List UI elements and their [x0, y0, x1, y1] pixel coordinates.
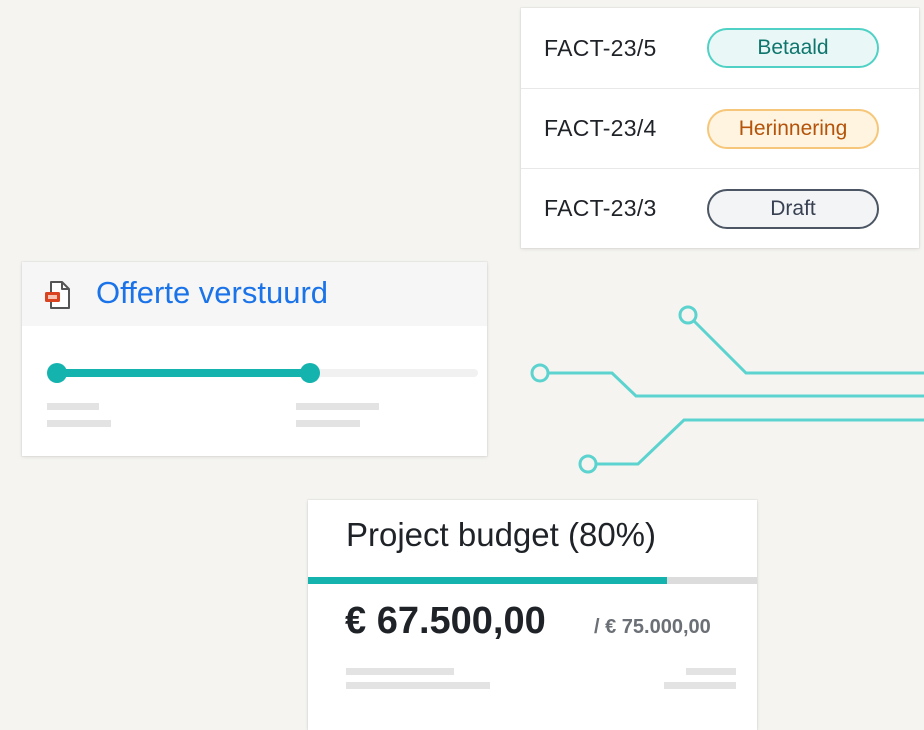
placeholder-line [686, 668, 736, 675]
invoice-list-card: FACT-23/5 Betaald FACT-23/4 Herinnering … [521, 8, 919, 248]
document-icon [45, 281, 70, 309]
quote-card-header: Offerte verstuurd [22, 262, 487, 326]
progress-current-dot [300, 363, 320, 383]
placeholder-line [346, 668, 454, 675]
progress-start-dot [47, 363, 67, 383]
placeholder-line [346, 682, 490, 689]
budget-spent-amount: € 67.500,00 [345, 600, 546, 642]
placeholder-line [296, 420, 360, 427]
invoice-row[interactable]: FACT-23/4 Herinnering [521, 88, 919, 168]
invoice-number: FACT-23/3 [544, 195, 657, 221]
placeholder-line [47, 403, 99, 410]
quote-status-title[interactable]: Offerte verstuurd [96, 275, 328, 311]
project-budget-card: Project budget (80%) € 67.500,00 / € 75.… [308, 500, 757, 730]
quote-status-card: Offerte verstuurd [22, 262, 487, 456]
status-badge: Betaald [707, 28, 879, 68]
budget-progress-fill [308, 577, 667, 584]
invoice-row[interactable]: FACT-23/3 Draft [521, 168, 919, 248]
circuit-lines-decoration [530, 305, 924, 474]
budget-title: Project budget (80%) [346, 516, 657, 553]
invoice-number: FACT-23/4 [544, 115, 657, 141]
placeholder-line [296, 403, 379, 410]
invoice-number: FACT-23/5 [544, 34, 657, 61]
invoice-row[interactable]: FACT-23/5 Betaald [521, 8, 919, 88]
progress-fill [57, 369, 310, 377]
placeholder-line [47, 420, 111, 427]
status-badge: Draft [707, 188, 879, 229]
status-badge: Herinnering [707, 108, 879, 149]
budget-total-amount: / € 75.000,00 [594, 616, 711, 638]
placeholder-line [664, 682, 736, 689]
